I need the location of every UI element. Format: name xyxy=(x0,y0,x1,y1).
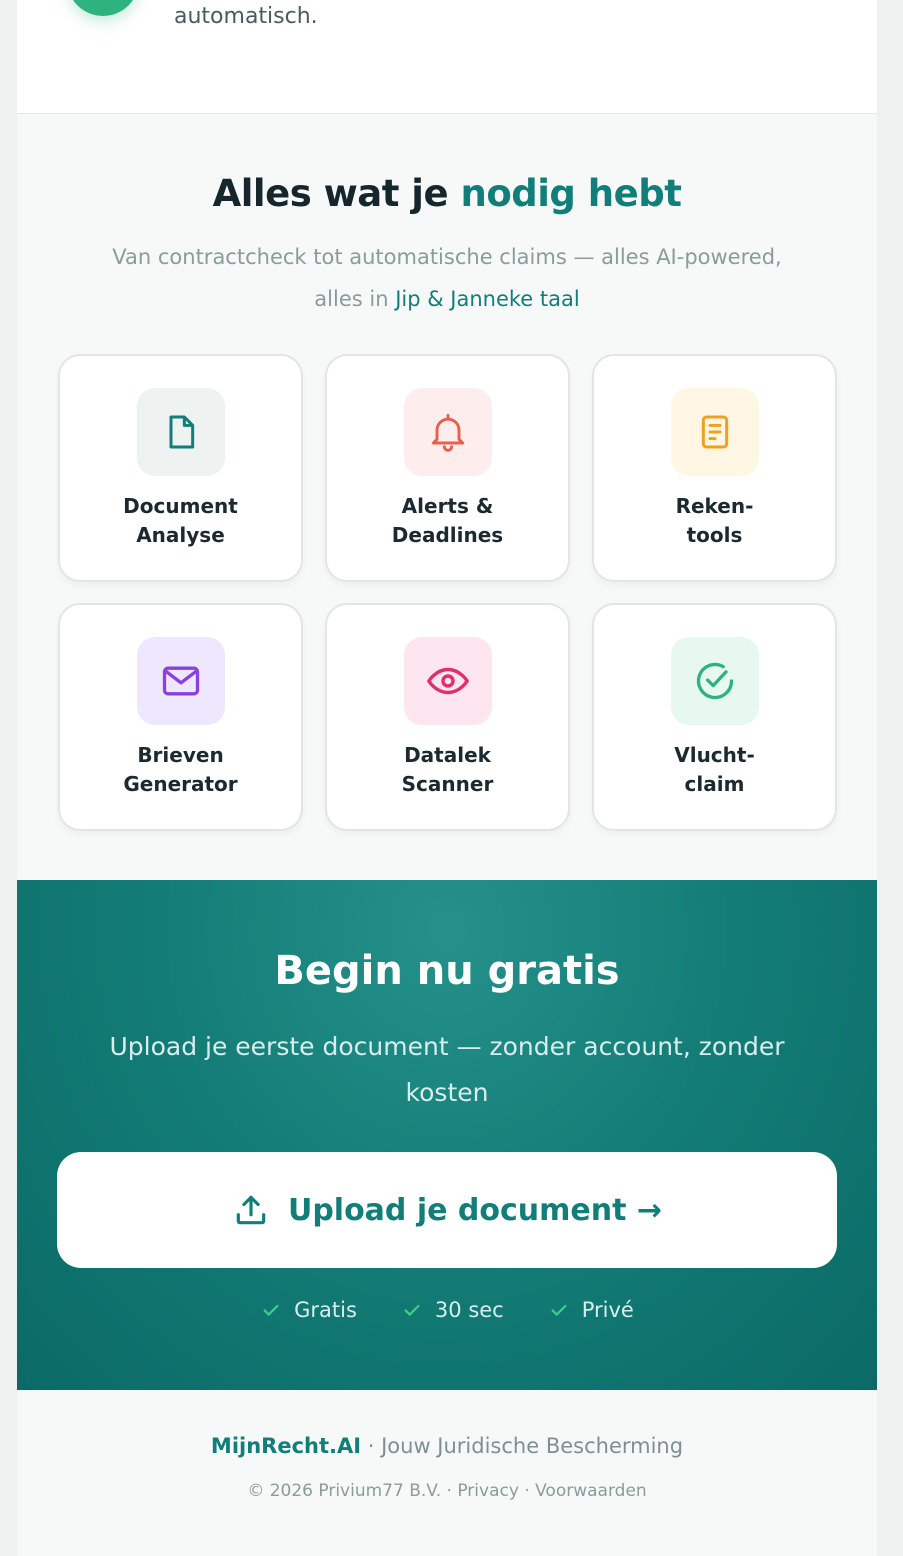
feature-label: Brieven Generator xyxy=(123,743,238,796)
feature-card-vlucht-claim[interactable]: Vlucht- claim xyxy=(592,603,837,831)
perk-item: 30 sec xyxy=(401,1298,504,1322)
perk-label: Privé xyxy=(581,1298,634,1322)
section-subtitle: Van contractcheck tot automatische claim… xyxy=(95,236,799,320)
feature-icon-box xyxy=(404,388,492,476)
feature-label: Document Analyse xyxy=(123,494,238,547)
feature-card-brieven-generator[interactable]: Brieven Generator xyxy=(58,603,303,831)
feature-card-alerts-deadlines[interactable]: Alerts & Deadlines xyxy=(325,354,570,582)
footer-separator: · xyxy=(441,1481,458,1501)
cta-perks: Gratis 30 sec Privé xyxy=(17,1298,877,1322)
feature-card-datalek-scanner[interactable]: Datalek Scanner xyxy=(325,603,570,831)
feature-card-reken-tools[interactable]: Reken- tools xyxy=(592,354,837,582)
section-subtitle-accent: Jip & Janneke taal xyxy=(395,287,580,311)
feature-label: Reken- tools xyxy=(675,494,754,547)
feature-icon-box xyxy=(404,637,492,725)
check-icon xyxy=(404,1304,420,1316)
check-icon xyxy=(551,1304,567,1316)
perk-item: Privé xyxy=(548,1298,634,1322)
perk-label: Gratis xyxy=(294,1298,357,1322)
feature-step-circle xyxy=(67,0,139,16)
footer-privacy-link[interactable]: Privacy xyxy=(457,1481,519,1501)
footer-brand-link[interactable]: MijnRecht.AI xyxy=(211,1434,361,1458)
check-circle-icon xyxy=(696,662,734,700)
bell-icon xyxy=(431,414,465,452)
footer-copyright: © 2026 Privium77 B.V. xyxy=(247,1481,442,1501)
feature-label: Datalek Scanner xyxy=(401,743,494,796)
upload-icon xyxy=(236,1195,266,1225)
document-icon xyxy=(169,415,195,449)
feature-card-document-analyse[interactable]: Document Analyse xyxy=(58,354,303,582)
feature-icon-box xyxy=(137,388,225,476)
upload-button-label: Upload je document → xyxy=(287,1192,663,1228)
mail-icon xyxy=(162,666,200,696)
upload-document-button[interactable]: Upload je document → xyxy=(57,1152,837,1268)
feature-icon-box xyxy=(671,637,759,725)
cta-title: Begin nu gratis xyxy=(274,948,620,994)
feature-label: Vlucht- claim xyxy=(674,743,755,796)
cta-text: Upload je eerste document — zonder accou… xyxy=(109,1032,785,1107)
check-icon xyxy=(263,1304,279,1316)
calculator-icon xyxy=(701,415,729,449)
footer-tagline: · Jouw Juridische Bescherming xyxy=(361,1434,684,1458)
feature-icon-box xyxy=(671,388,759,476)
footer-brand-line: MijnRecht.AI · Jouw Juridische Beschermi… xyxy=(17,1434,877,1458)
cta-section: Begin nu gratis Upload je eerste documen… xyxy=(17,880,877,1390)
feature-icon-box xyxy=(137,637,225,725)
feature-label: Alerts & Deadlines xyxy=(391,494,504,547)
footer-terms-link[interactable]: Voorwaarden xyxy=(535,1481,647,1501)
footer-separator: · xyxy=(518,1481,536,1501)
section-title: Alles wat je nodig hebt xyxy=(17,172,877,215)
eye-icon xyxy=(427,667,469,695)
previous-feature-card: automatisch. xyxy=(17,0,877,114)
perk-label: 30 sec xyxy=(434,1298,504,1322)
feature-grid: Document Analyse Alerts & Deadlines Reke… xyxy=(58,354,837,831)
section-title-main: Alles wat je xyxy=(212,172,449,215)
perk-item: Gratis xyxy=(260,1298,357,1322)
section-title-accent: nodig hebt xyxy=(460,172,682,215)
footer-legal-line: © 2026 Privium77 B.V. · Privacy · Voorwa… xyxy=(17,1481,877,1501)
feature-description-tail: automatisch. xyxy=(174,4,318,29)
